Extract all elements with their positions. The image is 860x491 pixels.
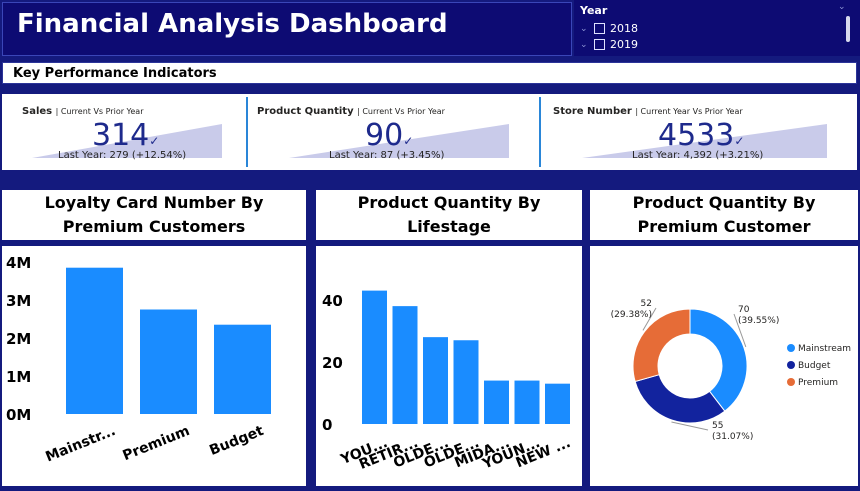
check-icon: ✓ xyxy=(149,134,160,148)
kpi-subtitle: | Current Year Vs Prior Year xyxy=(635,107,743,116)
kpi-subtitle: | Current Vs Prior Year xyxy=(357,107,445,116)
chart-title-product-lifestage: Product Quantity By Lifestage xyxy=(316,190,582,240)
y-tick-label: 3M xyxy=(6,292,31,310)
x-tick-label: Premium xyxy=(121,423,192,464)
check-icon: ✓ xyxy=(403,134,414,148)
kpi-value: 4533✓ xyxy=(658,118,744,153)
data-label-value: 52 xyxy=(641,299,652,309)
chart-title-product-premium: Product Quantity By Premium Customer xyxy=(590,190,858,240)
data-label-pct: (31.07%) xyxy=(712,432,753,442)
legend-marker xyxy=(787,344,795,352)
year-slicer[interactable]: Year ⌄ ⌄ 2018 ⌄ 2019 xyxy=(574,0,860,56)
y-tick-label: 2M xyxy=(6,330,31,348)
legend-marker xyxy=(787,361,795,369)
title-bar: Financial Analysis Dashboard xyxy=(2,2,572,56)
y-tick-label: 1M xyxy=(6,368,31,386)
kpi-value: 314✓ xyxy=(92,118,159,153)
x-tick-label: Budget xyxy=(207,423,266,459)
y-tick-label: 20 xyxy=(322,354,343,372)
kpi-subtitle: | Current Vs Prior Year xyxy=(55,107,144,116)
chart-loyalty-card[interactable]: 0M 1M 2M 3M 4M Mainstr... Premium Budget xyxy=(2,246,306,486)
kpi-divider xyxy=(539,97,541,167)
chevron-down-icon[interactable]: ⌄ xyxy=(580,24,594,34)
chart-product-lifestage[interactable]: 0 20 40 YOU... RETIR... OLDE... OLDE... MIDA...… xyxy=(316,246,582,486)
bar xyxy=(545,383,570,424)
bar xyxy=(514,380,540,424)
data-label-value: 70 xyxy=(738,305,750,315)
kpi-band: Sales | Current Vs Prior Year 314✓ Last … xyxy=(2,94,857,170)
legend-marker xyxy=(787,378,795,386)
legend-label: Premium xyxy=(798,378,838,388)
bar xyxy=(362,290,387,424)
chart-title-loyalty-card: Loyalty Card Number By Premium Customers xyxy=(2,190,306,240)
scrollbar[interactable] xyxy=(846,16,850,42)
check-icon: ✓ xyxy=(734,134,745,148)
x-tick-label: Mainstr... xyxy=(43,423,118,466)
kpi-title-main: Product Quantity xyxy=(257,106,354,117)
y-tick-label: 40 xyxy=(322,292,343,310)
bar-chart-lifestage: 02040YOU...RETIR...OLDE...OLDE...MIDA...… xyxy=(322,290,573,473)
slicer-option-label: 2019 xyxy=(610,38,638,51)
bar xyxy=(214,324,271,414)
y-tick-label: 4M xyxy=(6,254,31,272)
kpi-section-header: Key Performance Indicators xyxy=(2,62,857,84)
data-label-pct: (29.38%) xyxy=(611,310,652,320)
kpi-last-year: Last Year: 87 (+3.45%) xyxy=(329,150,445,161)
kpi-divider xyxy=(246,97,248,167)
bar xyxy=(140,309,197,414)
checkbox[interactable] xyxy=(594,39,605,50)
donut-chart-premium: 70(39.55%) 55(31.07%) 52(29.38%) Mainstream… xyxy=(611,299,851,442)
slicer-label: Year xyxy=(580,4,608,17)
bar xyxy=(423,337,448,424)
kpi-title: Product Quantity | Current Vs Prior Year xyxy=(257,106,445,117)
dashboard-title: Financial Analysis Dashboard xyxy=(17,9,448,39)
kpi-value-text: 4533 xyxy=(658,118,735,153)
kpi-card-store-number[interactable]: Store Number | Current Year Vs Prior Yea… xyxy=(542,94,857,170)
kpi-title-main: Store Number xyxy=(553,106,632,117)
donut-slice xyxy=(634,374,726,424)
bar xyxy=(66,267,123,414)
kpi-card-product-quantity[interactable]: Product Quantity | Current Vs Prior Year… xyxy=(249,94,539,170)
kpi-title-main: Sales xyxy=(22,106,53,117)
kpi-value-text: 90 xyxy=(365,118,404,153)
data-label-pct: (39.55%) xyxy=(738,316,779,326)
kpi-last-year: Last Year: 279 (+12.54%) xyxy=(58,150,187,161)
kpi-card-sales[interactable]: Sales | Current Vs Prior Year 314✓ Last … xyxy=(2,94,247,170)
bar xyxy=(484,380,509,424)
legend-label: Budget xyxy=(798,361,831,371)
kpi-value-text: 314 xyxy=(92,118,150,153)
bar-chart-loyalty: 0M 1M 2M 3M 4M Mainstr... Premium Budget xyxy=(6,254,271,466)
y-tick-label: 0M xyxy=(6,406,31,424)
slicer-option-label: 2018 xyxy=(610,22,638,35)
chevron-down-icon[interactable]: ⌄ xyxy=(580,40,594,50)
checkbox[interactable] xyxy=(594,23,605,34)
kpi-section-title: Key Performance Indicators xyxy=(13,66,217,81)
y-tick-label: 0 xyxy=(322,416,332,434)
kpi-last-year: Last Year: 4,392 (+3.21%) xyxy=(632,150,764,161)
slicer-option-2019[interactable]: ⌄ 2019 xyxy=(580,38,638,51)
kpi-title: Store Number | Current Year Vs Prior Yea… xyxy=(553,106,743,117)
chevron-down-icon[interactable]: ⌄ xyxy=(838,2,846,12)
slicer-option-2018[interactable]: ⌄ 2018 xyxy=(580,22,638,35)
bar xyxy=(453,340,479,424)
chart-product-premium[interactable]: 70 (39.55%) 55 (31.07%) 52 (29.38%) Mainstream… xyxy=(590,246,858,486)
kpi-value: 90✓ xyxy=(365,118,413,153)
legend-label: Mainstream xyxy=(798,344,851,354)
bar xyxy=(392,306,418,424)
kpi-title: Sales | Current Vs Prior Year xyxy=(22,106,143,117)
data-label-value: 55 xyxy=(712,421,723,431)
